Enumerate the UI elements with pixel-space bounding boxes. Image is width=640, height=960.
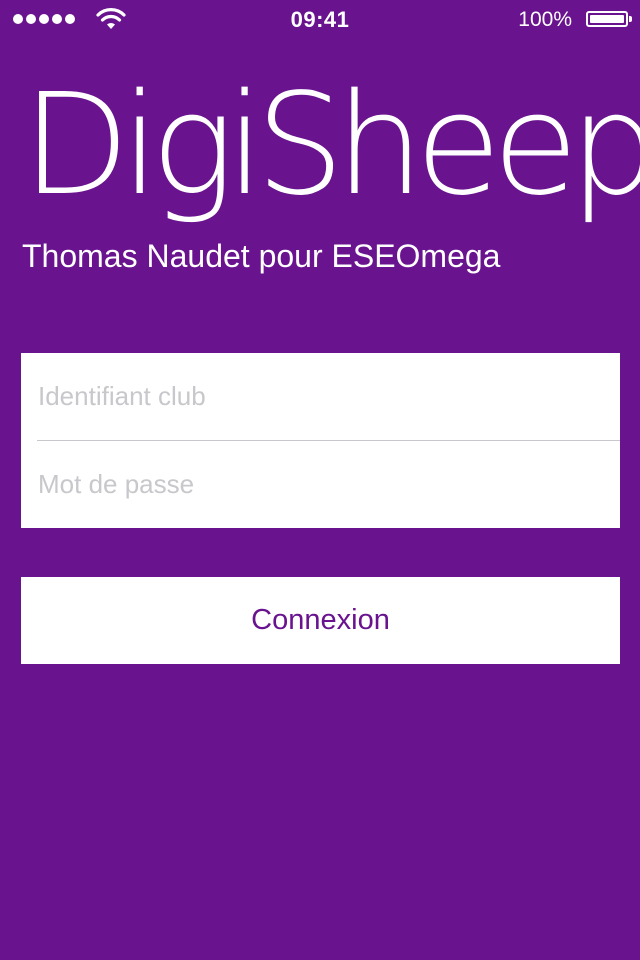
battery-percent: 100% — [518, 8, 572, 31]
battery-level — [590, 15, 624, 23]
connect-button[interactable]: Connexion — [21, 577, 620, 664]
status-bar: 09:41 100% — [0, 0, 640, 40]
app-subtitle: Thomas Naudet pour ESEOmega — [22, 238, 501, 274]
battery-icon — [586, 11, 632, 27]
login-form — [21, 353, 620, 528]
password-input[interactable] — [21, 441, 620, 528]
login-id-input[interactable] — [21, 353, 620, 440]
app-title: DigiSheep — [22, 64, 640, 227]
